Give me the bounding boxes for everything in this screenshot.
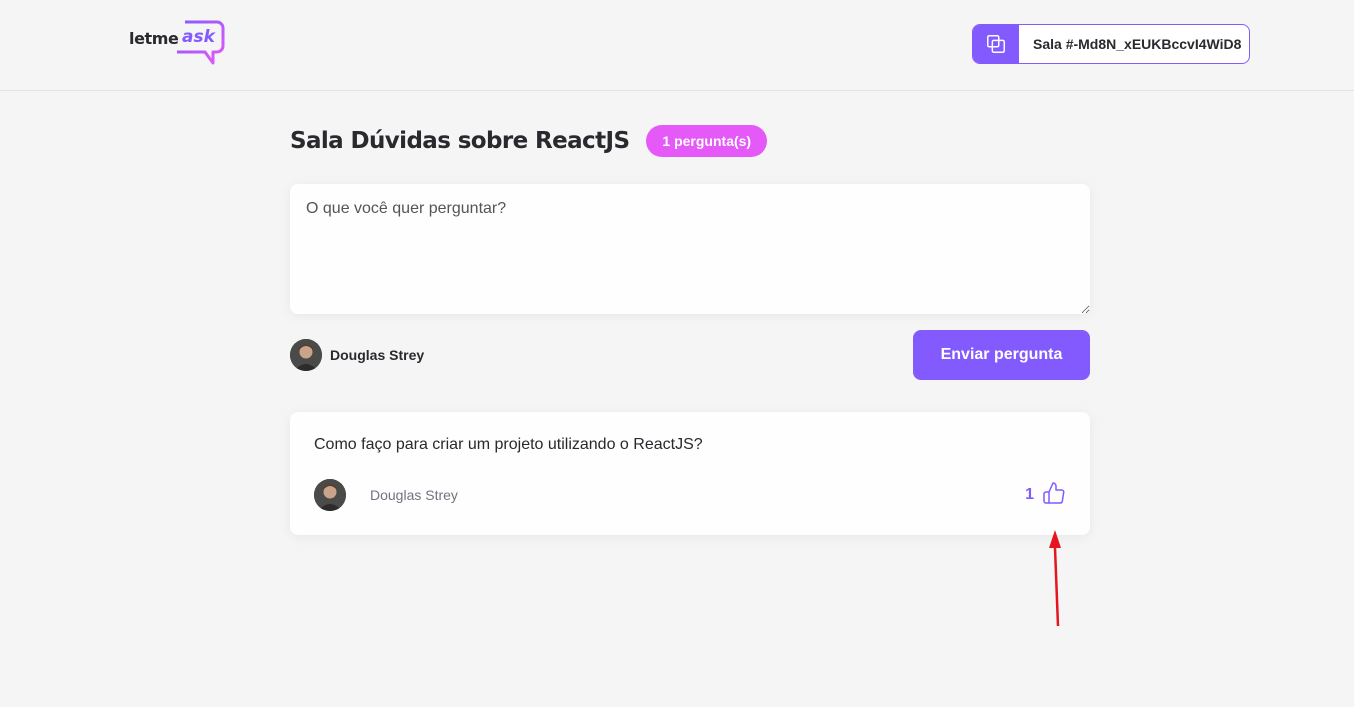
question-card: Como faço para criar um projeto utilizan… (290, 412, 1090, 535)
avatar (314, 479, 346, 511)
thumbs-up-icon (1043, 482, 1065, 504)
copy-icon[interactable] (973, 25, 1019, 63)
question-author: Douglas Strey (314, 479, 458, 511)
current-user-info: Douglas Strey (290, 339, 424, 371)
question-author-name: Douglas Strey (370, 487, 458, 503)
question-count-badge: 1 pergunta(s) (646, 125, 768, 157)
logo-accent: ask (182, 27, 215, 47)
avatar (290, 339, 322, 371)
question-input[interactable] (290, 184, 1090, 314)
send-question-button[interactable]: Enviar pergunta (913, 330, 1090, 380)
room-code-button[interactable]: Sala #-Md8N_xEUKBccvI4WiD8 (972, 24, 1250, 64)
like-count: 1 (1025, 486, 1034, 503)
logo-prefix: letme (129, 29, 179, 48)
ask-form-footer: Douglas Strey Enviar pergunta (290, 330, 1090, 380)
like-button[interactable]: 1 (1025, 481, 1066, 505)
app-header: letme ask Sala #-Md8N_xEUKBccvI4WiD8 (0, 0, 1354, 91)
room-code-label: Sala #-Md8N_xEUKBccvI4WiD8 (1033, 36, 1242, 52)
question-footer: Douglas Strey 1 (314, 479, 1066, 511)
question-content: Como faço para criar um projeto utilizan… (314, 436, 703, 453)
page-title: Sala Dúvidas sobre ReactJS (290, 128, 630, 154)
room-title-row: Sala Dúvidas sobre ReactJS 1 pergunta(s) (290, 125, 768, 157)
current-user-name: Douglas Strey (330, 347, 425, 363)
letmeask-logo[interactable]: letme ask (129, 20, 225, 66)
